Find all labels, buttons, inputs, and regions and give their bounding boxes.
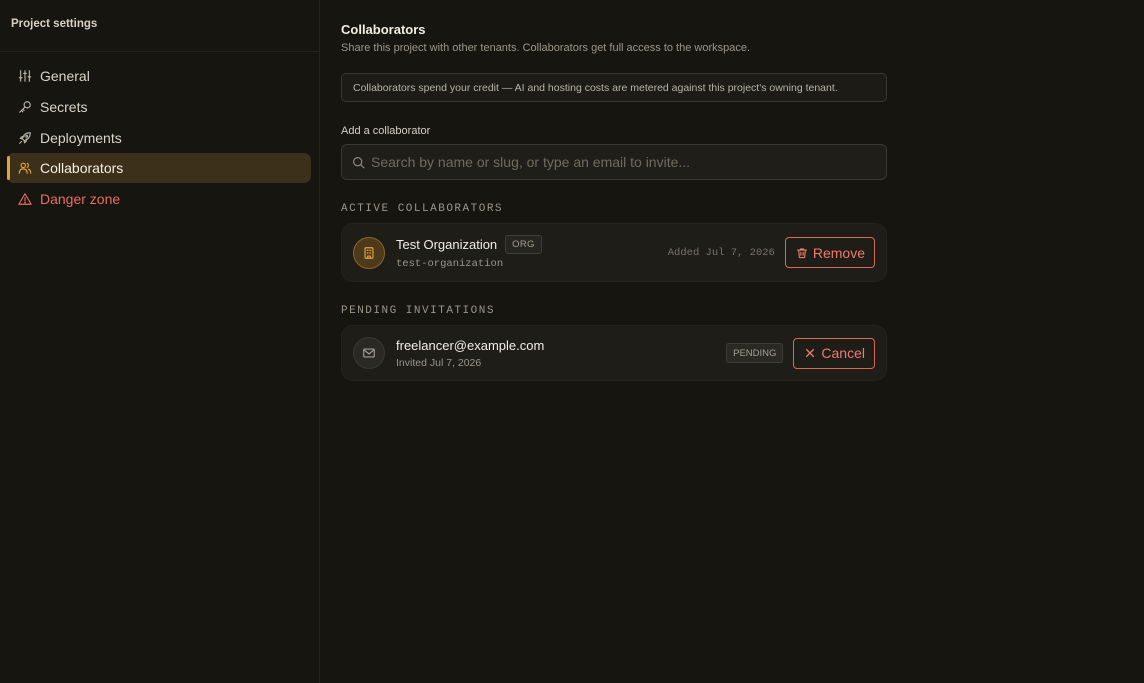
collaborator-search-input[interactable] (371, 154, 886, 170)
users-icon (18, 161, 32, 175)
sidebar-item-label: General (40, 68, 90, 84)
search-icon (352, 156, 365, 169)
sidebar-item-label: Secrets (40, 98, 88, 115)
sidebar-title: Project settings (0, 0, 319, 52)
pending-invitations-heading: PENDING INVITATIONS (341, 305, 495, 317)
status-badge: PENDING (726, 343, 784, 363)
collaborator-name-row: Test Organization ORG (396, 235, 668, 254)
sidebar-item-danger-zone[interactable]: Danger zone (7, 184, 311, 214)
collaborator-slug: test-organization (396, 258, 504, 270)
page-subtitle: Share this project with other tenants. C… (341, 42, 751, 54)
warning-icon (18, 192, 32, 206)
remove-button-label: Remove (812, 244, 865, 261)
sliders-icon (18, 69, 32, 83)
building-icon (362, 246, 376, 260)
app-root: Project settings General Secrets Deploym… (0, 0, 1144, 683)
invitation-email: freelancer@example.com (396, 337, 545, 353)
invitation-info: freelancer@example.com Invited Jul 7, 20… (396, 338, 726, 369)
mail-icon (362, 346, 376, 360)
added-date: Added Jul 7, 2026 (667, 246, 775, 259)
collaborator-row: Test Organization ORG test-organization … (341, 223, 887, 282)
avatar (353, 236, 385, 269)
cancel-button[interactable]: Cancel (793, 337, 875, 369)
credit-notice: Collaborators spend your credit — AI and… (341, 73, 887, 102)
sidebar-item-general[interactable]: General (7, 61, 311, 91)
sidebar: Project settings General Secrets Deploym… (0, 0, 320, 683)
sidebar-item-collaborators[interactable]: Collaborators (7, 153, 311, 184)
add-collaborator-label: Add a collaborator (341, 125, 431, 137)
key-icon (18, 100, 32, 114)
search-box (341, 144, 887, 180)
page-title: Collaborators (341, 22, 426, 37)
sidebar-item-deployments[interactable]: Deployments (7, 123, 311, 153)
collaborator-name: Test Organization (396, 237, 498, 252)
cancel-button-label: Cancel (821, 345, 865, 361)
collaborator-info: Test Organization ORG test-organization (396, 235, 668, 270)
invitation-row: freelancer@example.com Invited Jul 7, 20… (341, 325, 887, 381)
invited-date: Invited Jul 7, 2026 (396, 356, 482, 369)
rocket-icon (18, 131, 32, 145)
remove-button[interactable]: Remove (784, 237, 875, 268)
sidebar-item-label: Danger zone (40, 191, 121, 208)
active-collaborators-heading: ACTIVE COLLABORATORS (341, 203, 504, 215)
sidebar-item-label: Deployments (40, 129, 122, 146)
close-icon (804, 347, 816, 359)
sidebar-nav: General Secrets Deployments Collaborator… (0, 52, 319, 214)
main-content: Collaborators Share this project with ot… (320, 0, 1144, 683)
credit-notice-text: Collaborators spend your credit — AI and… (353, 81, 838, 94)
avatar (353, 337, 385, 369)
sidebar-item-secrets[interactable]: Secrets (7, 92, 311, 122)
org-badge: ORG (505, 235, 542, 254)
trash-icon (796, 247, 808, 259)
sidebar-item-label: Collaborators (40, 160, 124, 177)
